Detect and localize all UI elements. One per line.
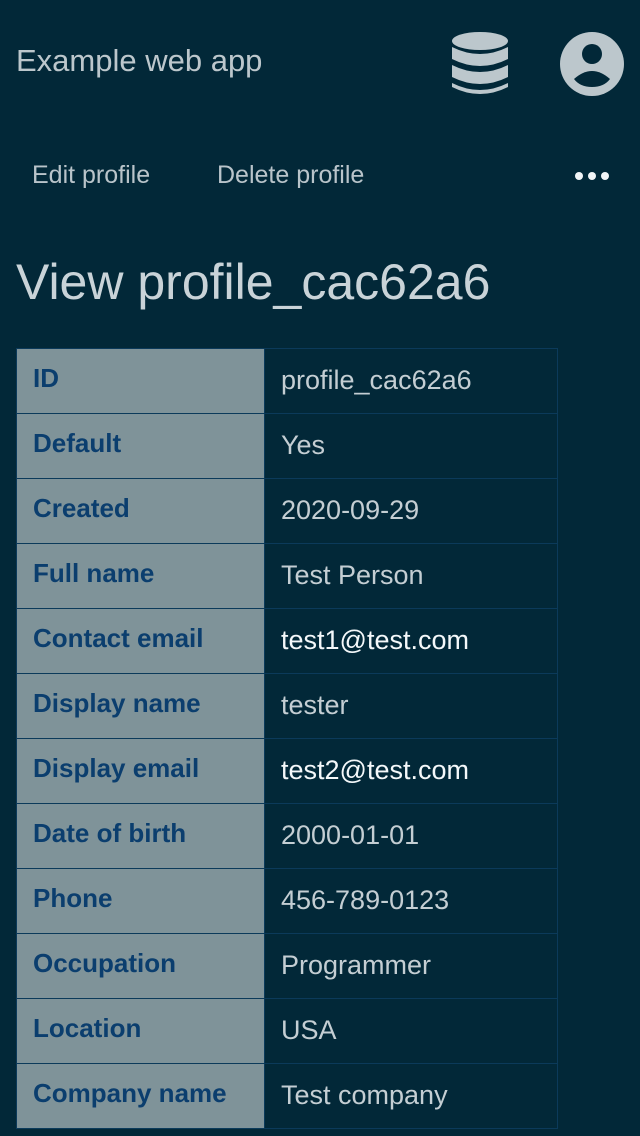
row-value-full-name: Test Person bbox=[264, 543, 558, 609]
table-row: Company name Test company bbox=[16, 1063, 558, 1129]
table-row: Full name Test Person bbox=[16, 543, 558, 609]
table-row: Contact email test1@test.com bbox=[16, 608, 558, 674]
row-label-full-name: Full name bbox=[16, 543, 265, 609]
edit-profile-link[interactable]: Edit profile bbox=[32, 160, 150, 190]
table-row: Display name tester bbox=[16, 673, 558, 739]
row-label-occupation: Occupation bbox=[16, 933, 265, 999]
row-label-display-email: Display email bbox=[16, 738, 265, 804]
profile-table: ID profile_cac62a6 Default Yes Created 2… bbox=[16, 348, 558, 1129]
row-value-company-name: Test company bbox=[264, 1063, 558, 1129]
row-value-date-of-birth: 2000-01-01 bbox=[264, 803, 558, 869]
table-row: Phone 456-789-0123 bbox=[16, 868, 558, 934]
delete-profile-link[interactable]: Delete profile bbox=[217, 160, 364, 190]
app-title[interactable]: Example web app bbox=[16, 43, 262, 79]
table-row: Occupation Programmer bbox=[16, 933, 558, 999]
row-value-phone: 456-789-0123 bbox=[264, 868, 558, 934]
row-label-display-name: Display name bbox=[16, 673, 265, 739]
table-row: Default Yes bbox=[16, 413, 558, 479]
row-value-created: 2020-09-29 bbox=[264, 478, 558, 544]
page-title: View profile_cac62a6 bbox=[16, 254, 491, 310]
row-value-display-name: tester bbox=[264, 673, 558, 739]
row-label-phone: Phone bbox=[16, 868, 265, 934]
row-label-id: ID bbox=[16, 348, 265, 414]
row-value-default: Yes bbox=[264, 413, 558, 479]
row-label-default: Default bbox=[16, 413, 265, 479]
row-value-location: USA bbox=[264, 998, 558, 1064]
more-horizontal-icon[interactable] bbox=[570, 164, 614, 188]
user-account-icon[interactable] bbox=[559, 31, 625, 97]
row-label-contact-email: Contact email bbox=[16, 608, 265, 674]
table-row: Location USA bbox=[16, 998, 558, 1064]
row-label-location: Location bbox=[16, 998, 265, 1064]
database-icon[interactable] bbox=[450, 31, 510, 97]
table-row: ID profile_cac62a6 bbox=[16, 348, 558, 414]
row-label-created: Created bbox=[16, 478, 265, 544]
row-label-date-of-birth: Date of birth bbox=[16, 803, 265, 869]
row-value-occupation: Programmer bbox=[264, 933, 558, 999]
table-row: Created 2020-09-29 bbox=[16, 478, 558, 544]
table-row: Display email test2@test.com bbox=[16, 738, 558, 804]
table-row: Date of birth 2000-01-01 bbox=[16, 803, 558, 869]
row-value-id: profile_cac62a6 bbox=[264, 348, 558, 414]
display-email-link[interactable]: test2@test.com bbox=[264, 738, 558, 804]
contact-email-link[interactable]: test1@test.com bbox=[264, 608, 558, 674]
row-label-company-name: Company name bbox=[16, 1063, 265, 1129]
